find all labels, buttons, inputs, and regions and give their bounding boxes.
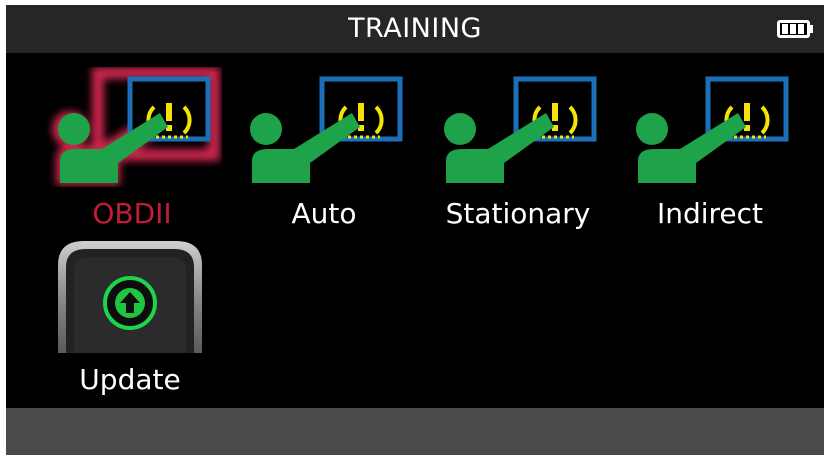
tpms-training-icon [636, 76, 789, 183]
menu-item-label: Indirect [656, 197, 764, 230]
page-title: TRAINING [348, 13, 482, 44]
menu-item-auto[interactable]: Auto [234, 67, 414, 230]
bottom-bar [6, 408, 824, 455]
tpms-training-icon [250, 76, 403, 183]
update-arrow-icon [58, 241, 202, 353]
title-bar: TRAINING [6, 5, 824, 53]
battery-full-icon [777, 20, 813, 38]
tpms-training-icon [444, 76, 597, 183]
menu-item-label: Stationary [445, 197, 591, 230]
menu-item-stationary[interactable]: Stationary [428, 67, 608, 230]
device-screen: TRAINING OBDII Auto Stationary Indirect … [6, 5, 824, 455]
menu-item-obdii[interactable]: OBDII [42, 67, 222, 230]
menu-item-indirect[interactable]: Indirect [620, 67, 800, 230]
menu-item-label: Auto [291, 197, 357, 230]
tpms-training-icon [52, 67, 220, 185]
menu-item-label: OBDII [92, 197, 172, 230]
menu-item-label: Update [79, 363, 181, 396]
